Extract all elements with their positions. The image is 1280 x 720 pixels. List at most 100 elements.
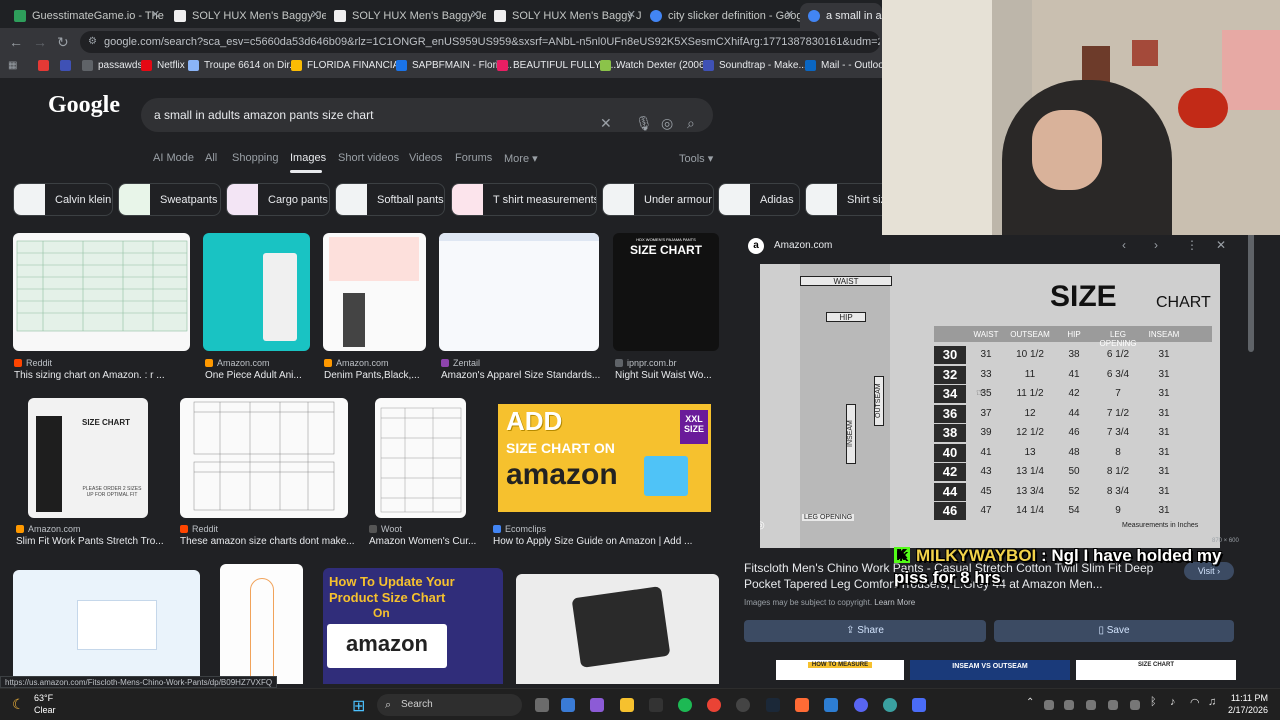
previous-arrow-icon[interactable]: ‹	[1122, 238, 1126, 252]
result-image[interactable]	[180, 398, 348, 518]
bookmark-item[interactable]: Troupe 6614 on Dir...	[188, 60, 298, 71]
weather-widget[interactable]: 63°F Clear	[34, 692, 56, 716]
close-icon[interactable]: ✕	[471, 8, 480, 21]
result-image[interactable]	[203, 233, 310, 351]
tab-tools[interactable]: Tools ▾	[679, 152, 713, 165]
result-title[interactable]: Amazon's Apparel Size Standards...	[441, 370, 606, 381]
save-button[interactable]: ▯ Save	[994, 620, 1234, 642]
steam-icon[interactable]	[766, 698, 780, 712]
close-icon[interactable]: ✕	[627, 8, 636, 21]
tray-icon[interactable]	[1086, 700, 1096, 710]
related-thumbnail[interactable]: HOW TO MEASURE	[776, 660, 904, 680]
tray-icon[interactable]	[1044, 700, 1054, 710]
bookmark-item[interactable]: Mail - - Outlook	[805, 60, 889, 71]
tray-icon[interactable]	[1130, 700, 1140, 710]
task-view-icon[interactable]	[535, 698, 549, 712]
related-thumbnail[interactable]: INSEAM VS OUTSEAM	[910, 660, 1070, 680]
lens-icon[interactable]: ◎	[760, 520, 765, 531]
app-icon[interactable]	[795, 698, 809, 712]
taskbar-clock[interactable]: 11:11 PM 2/17/2026	[1228, 692, 1268, 716]
learn-more-link[interactable]: Learn More	[874, 598, 915, 607]
result-image[interactable]	[13, 233, 190, 351]
result-image[interactable]	[439, 233, 599, 351]
lens-icon[interactable]: ◎	[661, 106, 673, 140]
store-icon[interactable]	[561, 698, 575, 712]
address-bar[interactable]: ⚙ google.com/search?sca_esv=c5660da53d64…	[80, 31, 880, 53]
google-doodle-logo[interactable]: Google	[48, 92, 120, 119]
browser-tab-active[interactable]: a small in adults	[800, 3, 882, 28]
filter-chip[interactable]: Adidas	[718, 183, 800, 216]
epic-games-icon[interactable]	[649, 698, 663, 712]
result-image[interactable]	[13, 570, 200, 684]
windows-start-icon[interactable]: ⊞	[352, 696, 365, 716]
chrome-icon[interactable]	[707, 698, 721, 712]
share-button[interactable]: ⇪ Share	[744, 620, 986, 642]
tray-icon[interactable]	[1108, 700, 1118, 710]
bookmark-item[interactable]: Soundtrap - Make...	[703, 60, 807, 71]
filter-chip[interactable]: Shirt size	[805, 183, 882, 216]
app-icon[interactable]	[912, 698, 926, 712]
bookmark-item[interactable]: Netflix	[141, 60, 185, 71]
next-arrow-icon[interactable]: ›	[1154, 238, 1158, 252]
result-title[interactable]: These amazon size charts dont make...	[180, 536, 355, 547]
result-title[interactable]: How to Apply Size Guide on Amazon | Add …	[493, 536, 713, 547]
result-image[interactable]	[516, 574, 719, 684]
filter-chip[interactable]: Sweatpants	[118, 183, 221, 216]
tab-forums[interactable]: Forums	[455, 152, 492, 164]
app-icon[interactable]	[883, 698, 897, 712]
app-icon[interactable]	[736, 698, 750, 712]
close-icon[interactable]: ✕	[151, 8, 160, 21]
tray-icon[interactable]	[1064, 700, 1074, 710]
result-title[interactable]: One Piece Adult Ani...	[205, 370, 313, 381]
site-info-icon[interactable]: ⚙	[88, 31, 97, 53]
preview-image[interactable]: WAIST HIP INSEAM OUTSEAM LEG OPENING SIZ…	[760, 264, 1220, 548]
close-icon[interactable]: ✕	[1216, 238, 1226, 252]
result-image[interactable]: HDX WOMEN'S PAJAMA PANTS SIZE CHART	[613, 233, 719, 351]
file-explorer-icon[interactable]	[620, 698, 634, 712]
browser-tab[interactable]: city slicker definition - Google S✕	[642, 3, 800, 28]
more-options-icon[interactable]: ⋮	[1186, 238, 1198, 252]
reload-icon[interactable]: ↻	[57, 34, 69, 51]
browser-tab[interactable]: GuesstimateGame.io - The num✕	[6, 3, 166, 28]
result-image[interactable]: How To Update Your Product Size Chart On…	[323, 568, 503, 684]
browser-tab[interactable]: SOLY HUX Men's Baggy Jeans✕	[486, 3, 642, 28]
headphones-icon[interactable]: ♪	[1170, 696, 1176, 708]
taskbar-search[interactable]: ⌕ Search	[377, 694, 522, 716]
bluetooth-icon[interactable]: ᛒ	[1150, 696, 1157, 708]
result-image[interactable]	[323, 233, 426, 351]
bookmark-item[interactable]: SAPBFMAIN - Florid...	[396, 60, 512, 71]
result-title[interactable]: Amazon Women's Cur...	[369, 536, 479, 547]
app-icon[interactable]	[824, 698, 838, 712]
tab-all[interactable]: All	[205, 152, 217, 164]
bookmark-item[interactable]	[38, 60, 54, 71]
close-icon[interactable]: ✕	[311, 8, 320, 21]
weather-moon-icon[interactable]: ☾	[12, 696, 25, 713]
back-arrow-icon[interactable]: ←	[9, 34, 23, 50]
close-icon[interactable]: ✕	[785, 8, 794, 21]
forward-arrow-icon[interactable]: →	[33, 34, 47, 50]
result-image[interactable]	[220, 564, 303, 684]
panel-site-name[interactable]: Amazon.com	[774, 240, 832, 251]
volume-icon[interactable]: ♫	[1208, 696, 1216, 708]
microphone-icon[interactable]: 🎙	[635, 106, 653, 140]
copilot-icon[interactable]	[590, 698, 604, 712]
bookmark-item[interactable]: passawds	[82, 60, 142, 71]
tab-images[interactable]: Images	[290, 152, 326, 164]
result-image[interactable]: SIZE CHART PLEASE ORDER 2 SIZES UP FOR O…	[28, 398, 148, 518]
bookmark-item[interactable]: FLORIDA FINANCIA...	[291, 60, 408, 71]
wifi-icon[interactable]: ◠	[1190, 696, 1200, 709]
filter-chip[interactable]: T shirt measurements	[451, 183, 597, 216]
tab-more[interactable]: More ▾	[504, 152, 538, 165]
spotify-icon[interactable]	[678, 698, 692, 712]
chevron-up-icon[interactable]: ⌃	[1026, 697, 1034, 708]
clear-icon[interactable]: ✕	[600, 106, 612, 140]
result-title[interactable]: This sizing chart on Amazon. : r ...	[14, 370, 194, 381]
tab-videos[interactable]: Videos	[409, 152, 442, 164]
result-title[interactable]: Denim Pants,Black,...	[324, 370, 432, 381]
tab-ai-mode[interactable]: AI Mode	[153, 152, 194, 164]
related-thumbnail[interactable]: SIZE CHART	[1076, 660, 1236, 680]
filter-chip[interactable]: Calvin klein	[13, 183, 113, 216]
tab-short-videos[interactable]: Short videos	[338, 152, 399, 164]
tab-shopping[interactable]: Shopping	[232, 152, 279, 164]
bookmark-item[interactable]: Watch Dexter (2006...	[600, 60, 713, 71]
